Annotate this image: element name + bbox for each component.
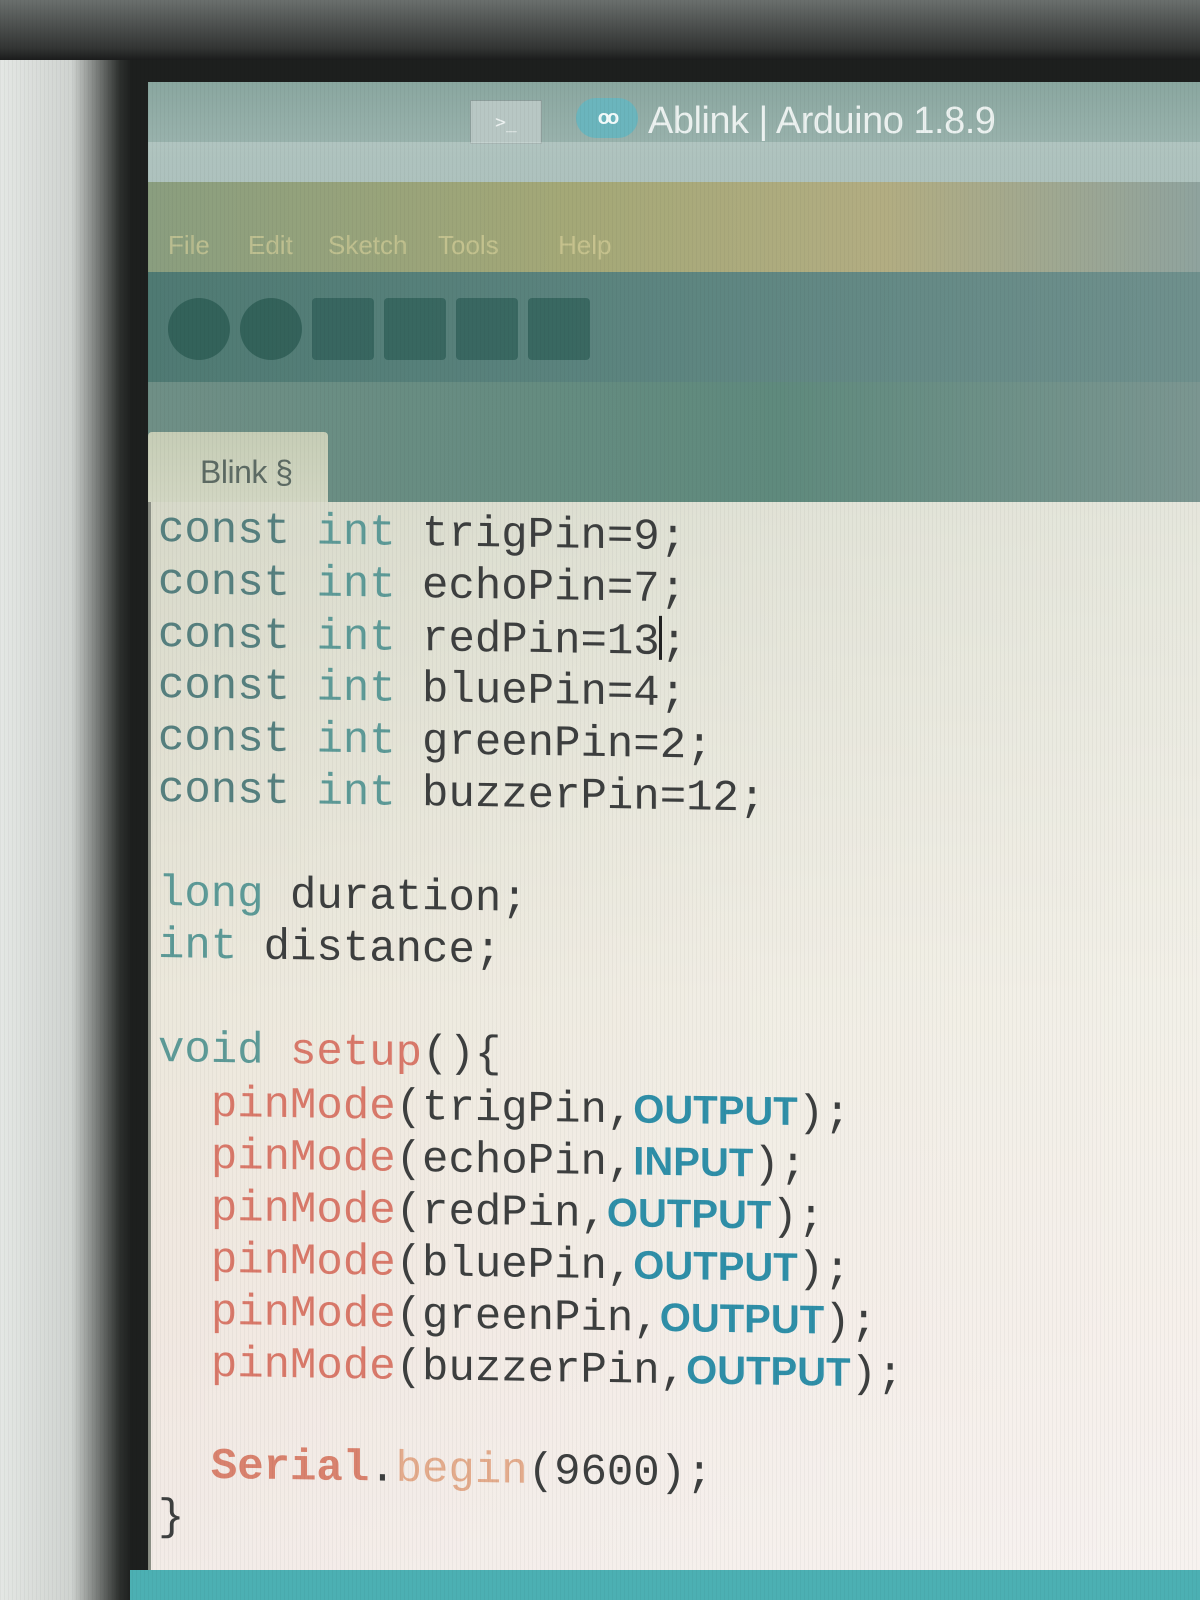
menu-help[interactable]: Help	[558, 230, 611, 261]
code-text[interactable]: const int trigPin=9; const int echoPin=7;…	[158, 504, 903, 1556]
code-token: int	[316, 507, 396, 559]
code-token: (bluePin,	[395, 1238, 634, 1293]
window-title: Ablink | Arduino 1.8.9	[648, 100, 996, 142]
code-token: pinMode	[210, 1079, 396, 1133]
code-token: int	[316, 663, 396, 715]
code-token: (9600);	[527, 1446, 713, 1500]
code-token: (greenPin,	[395, 1290, 660, 1345]
code-token: );	[753, 1140, 807, 1192]
code-token: );	[771, 1192, 825, 1244]
code-token: (echoPin,	[395, 1134, 634, 1189]
code-editor[interactable]: const int trigPin=9; const int echoPin=7;…	[148, 502, 1200, 1600]
code-token: greenPin=2;	[395, 716, 713, 772]
toolbar	[148, 272, 1200, 382]
code-token: .	[369, 1444, 396, 1495]
tab-label: Blink §	[200, 454, 293, 490]
code-token: int	[158, 921, 238, 973]
code-token: INPUT	[633, 1139, 754, 1186]
code-token: (trigPin,	[395, 1082, 634, 1137]
menu-edit[interactable]: Edit	[248, 230, 293, 261]
arduino-ide-window: >_ oo Ablink | Arduino 1.8.9 File Edit S…	[148, 82, 1200, 1600]
code-token: echoPin=7;	[395, 560, 687, 616]
code-token: );	[797, 1089, 851, 1140]
code-token: const	[158, 557, 291, 610]
upload-button[interactable]	[240, 298, 302, 360]
menu-file[interactable]: File	[168, 230, 210, 261]
code-token: OUTPUT	[633, 1243, 798, 1291]
menu-bar: File Edit Sketch Tools Help	[148, 182, 1200, 272]
sketch-tabs: Blink §	[148, 382, 1200, 522]
code-line[interactable]: pinMode(buzzerPin,OUTPUT);	[158, 1336, 904, 1401]
photo-frame: >_ oo Ablink | Arduino 1.8.9 File Edit S…	[0, 0, 1200, 1600]
code-token: pinMode	[210, 1131, 396, 1185]
code-token: long	[158, 869, 264, 921]
status-bar	[130, 1570, 1200, 1600]
code-token: pinMode	[210, 1235, 396, 1289]
code-token: OUTPUT	[686, 1348, 851, 1395]
code-token: OUTPUT	[606, 1191, 772, 1238]
code-token: void	[158, 1025, 264, 1077]
serial-monitor-button[interactable]	[528, 298, 590, 360]
code-token: const	[158, 661, 291, 714]
menu-tools[interactable]: Tools	[438, 230, 499, 261]
code-token: bluePin=4;	[395, 664, 687, 720]
code-token: int	[316, 767, 396, 819]
code-token: int	[316, 612, 396, 664]
code-token: const	[158, 610, 291, 663]
code-token: OUTPUT	[633, 1087, 798, 1135]
open-sketch-button[interactable]	[384, 298, 446, 360]
code-token: (buzzerPin,	[395, 1342, 687, 1398]
code-token: const	[158, 765, 291, 818]
code-token: (){	[422, 1029, 502, 1081]
code-token: buzzerPin=12;	[395, 768, 766, 825]
code-token: setup	[290, 1027, 423, 1080]
code-token: pinMode	[210, 1183, 396, 1237]
code-token: pinMode	[210, 1339, 396, 1393]
code-token: Serial	[210, 1441, 370, 1495]
code-line[interactable]: }	[158, 1492, 903, 1556]
code-token: ;	[660, 617, 688, 669]
code-token: );	[850, 1349, 904, 1401]
code-token: );	[797, 1245, 851, 1296]
code-token: int	[316, 715, 396, 767]
save-sketch-button[interactable]	[456, 298, 518, 360]
menu-sketch[interactable]: Sketch	[328, 230, 408, 261]
verify-button[interactable]	[168, 298, 230, 360]
code-token: );	[824, 1297, 877, 1349]
code-token: }	[158, 1493, 185, 1544]
editor-gutter	[148, 502, 151, 1600]
code-token: distance;	[237, 922, 502, 977]
terminal-icon[interactable]: >_	[470, 100, 542, 144]
monitor-bezel	[0, 0, 130, 1600]
monitor-bezel-top	[0, 0, 1200, 60]
code-token: (redPin,	[395, 1186, 607, 1241]
code-token: int	[316, 559, 396, 611]
monitor-screen: >_ oo Ablink | Arduino 1.8.9 File Edit S…	[130, 60, 1200, 1600]
arduino-logo-icon: oo	[576, 98, 638, 138]
code-token: const	[158, 713, 291, 766]
code-token: const	[158, 505, 291, 558]
new-sketch-button[interactable]	[312, 298, 374, 360]
code-token: redPin=13	[395, 613, 660, 668]
code-token: trigPin=9;	[395, 508, 687, 564]
code-token: duration;	[263, 870, 528, 925]
code-token: begin	[395, 1444, 528, 1497]
code-token: OUTPUT	[659, 1295, 825, 1343]
code-token: pinMode	[210, 1287, 396, 1341]
